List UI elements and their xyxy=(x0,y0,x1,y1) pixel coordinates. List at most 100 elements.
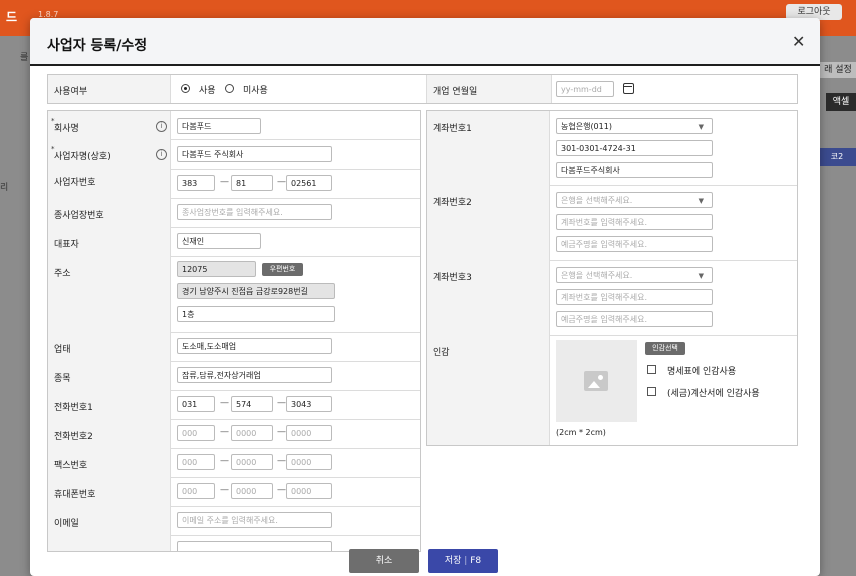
calendar-icon[interactable] xyxy=(623,83,634,94)
chevron-down-icon: ▼ xyxy=(698,123,704,131)
account3-label: 계좌번호3 xyxy=(433,273,472,283)
biz-name-input[interactable]: 다봄푸드 주식회사 xyxy=(177,146,332,162)
bg-excel-button[interactable]: 액셀 xyxy=(826,93,856,111)
row-biz-item: 종목 잡류,담류,전자상거래업 xyxy=(48,361,420,391)
account2-holder[interactable]: 예금주명을 입력해주세요. xyxy=(556,236,713,252)
usage-panel: 사용여부 사용 미사용 개업 연월일 yy-mm-dd xyxy=(47,74,798,104)
phone2-2[interactable]: 0000 xyxy=(231,425,273,441)
company-label: 회사명 xyxy=(54,124,79,134)
account2-number[interactable]: 계좌번호를 입력해주세요. xyxy=(556,214,713,230)
next-input[interactable] xyxy=(177,541,332,551)
row-account1: 계좌번호1 농협은행(011) ▼ 301-0301-4724-31 다봄푸드주식… xyxy=(427,111,797,186)
mobile-2[interactable]: 0000 xyxy=(231,483,273,499)
modal-header: 사업자 등록/수정 ✕ xyxy=(30,18,820,66)
phone1-2[interactable]: 574 xyxy=(231,396,273,412)
bg-setting-button[interactable]: 래 설정 xyxy=(820,62,856,78)
biz-no-label: 사업자번호 xyxy=(54,178,96,188)
address1-input[interactable]: 경기 남양주시 진접읍 금강로928번길 xyxy=(177,283,335,299)
info-icon[interactable]: i xyxy=(156,149,167,160)
mobile-3[interactable]: 0000 xyxy=(286,483,332,499)
row-phone1: 전화번호1 031 — 574 — 3043 xyxy=(48,390,420,420)
open-date-label: 개업 연월일 xyxy=(433,87,478,97)
account1-bank: 농협은행(011) xyxy=(561,122,612,131)
info-icon[interactable]: i xyxy=(156,121,167,132)
row-phone2: 전화번호2 000 — 0000 — 0000 xyxy=(48,419,420,449)
account3-number[interactable]: 계좌번호를 입력해주세요. xyxy=(556,289,713,305)
fax-3[interactable]: 0000 xyxy=(286,454,332,470)
app-logo: 드 xyxy=(6,10,18,24)
account2-bank-select[interactable]: 은행을 선택해주세요. ▼ xyxy=(556,192,713,208)
radio-nouse[interactable] xyxy=(225,84,234,93)
sub-biz-input[interactable]: 종사업장번호를 입력해주세요. xyxy=(177,204,332,220)
biz-no-2[interactable]: 81 xyxy=(231,175,273,191)
bg-left-label: 를 xyxy=(20,53,29,63)
left-panel: * 회사명 i 다봄푸드 * 사업자명(상호) i 다봄푸드 주식회사 사업자번호 38… xyxy=(47,110,421,552)
ceo-input[interactable]: 신재인 xyxy=(177,233,261,249)
address-label: 주소 xyxy=(54,269,71,279)
row-ceo: 대표자 신재인 xyxy=(48,227,420,257)
biz-type-input[interactable]: 도소매,도소매업 xyxy=(177,338,332,354)
account2-bank: 은행을 선택해주세요. xyxy=(561,196,633,205)
row-biz-no: 사업자번호 383 — 81 — 02561 xyxy=(48,169,420,199)
row-email: 이메일 이메일 주소를 입력해주세요. xyxy=(48,506,420,536)
account3-holder[interactable]: 예금주명을 입력해주세요. xyxy=(556,311,713,327)
address2-input[interactable]: 1층 xyxy=(177,306,335,322)
account1-label: 계좌번호1 xyxy=(433,124,472,134)
fax-2[interactable]: 0000 xyxy=(231,454,273,470)
business-modal: 사업자 등록/수정 ✕ 사용여부 사용 미사용 개업 연월일 yy-mm-dd … xyxy=(30,18,820,576)
radio-use[interactable] xyxy=(181,84,190,93)
seal-invoice-label: 명세표에 인감사용 xyxy=(667,367,737,377)
mobile-label: 휴대폰번호 xyxy=(54,490,96,500)
ceo-label: 대표자 xyxy=(54,240,79,250)
phone1-3[interactable]: 3043 xyxy=(286,396,332,412)
phone1-1[interactable]: 031 xyxy=(177,396,215,412)
sub-biz-label: 종사업장번호 xyxy=(54,211,104,221)
account1-number[interactable]: 301-0301-4724-31 xyxy=(556,140,713,156)
zip-input[interactable]: 12075 xyxy=(177,261,256,277)
save-shortcut: F8 xyxy=(470,556,482,566)
image-placeholder-icon xyxy=(584,371,608,391)
account3-bank: 은행을 선택해주세요. xyxy=(561,271,633,280)
seal-size: (2cm * 2cm) xyxy=(556,428,606,437)
row-account3: 계좌번호3 은행을 선택해주세요. ▼ 계좌번호를 입력해주세요. 예금주명을 입… xyxy=(427,260,797,336)
seal-image[interactable] xyxy=(556,340,637,422)
account1-holder[interactable]: 다봄푸드주식회사 xyxy=(556,162,713,178)
biz-no-1[interactable]: 383 xyxy=(177,175,215,191)
bg-tag: 코2 xyxy=(818,148,856,166)
phone2-1[interactable]: 000 xyxy=(177,425,215,441)
modal-title: 사업자 등록/수정 xyxy=(47,38,148,54)
open-date-input[interactable]: yy-mm-dd xyxy=(556,81,614,97)
seal-select-button[interactable]: 인감선택 xyxy=(645,342,685,355)
account1-bank-select[interactable]: 농협은행(011) ▼ xyxy=(556,118,713,134)
account3-bank-select[interactable]: 은행을 선택해주세요. ▼ xyxy=(556,267,713,283)
phone2-3[interactable]: 0000 xyxy=(286,425,332,441)
biz-item-input[interactable]: 잡류,담류,전자상거래업 xyxy=(177,367,332,383)
row-account2: 계좌번호2 은행을 선택해주세요. ▼ 계좌번호를 입력해주세요. 예금주명을 입… xyxy=(427,185,797,261)
radio-use-label: 사용 xyxy=(199,86,216,96)
open-date-label-cell: 개업 연월일 xyxy=(426,75,552,103)
fax-1[interactable]: 000 xyxy=(177,454,215,470)
row-sub-biz: 종사업장번호 종사업장번호를 입력해주세요. xyxy=(48,198,420,228)
mobile-1[interactable]: 000 xyxy=(177,483,215,499)
chevron-down-icon: ▼ xyxy=(698,272,704,280)
save-button[interactable]: 저장 | F8 xyxy=(428,549,498,573)
fax-label: 팩스번호 xyxy=(54,461,88,471)
row-company: * 회사명 i 다봄푸드 xyxy=(48,111,420,140)
row-seal: 인감 인감선택 명세표에 인감사용 (세금)계산서에 인감사용 (2cm * 2… xyxy=(427,335,797,445)
seal-invoice-checkbox[interactable] xyxy=(647,365,656,374)
row-fax: 팩스번호 000 — 0000 — 0000 xyxy=(48,448,420,478)
seal-tax-checkbox[interactable] xyxy=(647,387,656,396)
company-input[interactable]: 다봄푸드 xyxy=(177,118,261,134)
row-biz-type: 업태 도소매,도소매업 xyxy=(48,332,420,362)
chevron-down-icon: ▼ xyxy=(698,197,704,205)
biz-no-3[interactable]: 02561 xyxy=(286,175,332,191)
row-biz-name: * 사업자명(상호) i 다봄푸드 주식회사 xyxy=(48,139,420,170)
usage-label: 사용여부 xyxy=(54,87,88,97)
bg-side-label: 리 xyxy=(0,183,9,193)
email-input[interactable]: 이메일 주소를 입력해주세요. xyxy=(177,512,332,528)
seal-tax-label: (세금)계산서에 인감사용 xyxy=(667,389,760,399)
close-icon[interactable]: ✕ xyxy=(792,32,805,51)
seal-label: 인감 xyxy=(433,348,450,358)
cancel-button[interactable]: 취소 xyxy=(349,549,419,573)
zip-button[interactable]: 우편번호 xyxy=(262,263,303,276)
